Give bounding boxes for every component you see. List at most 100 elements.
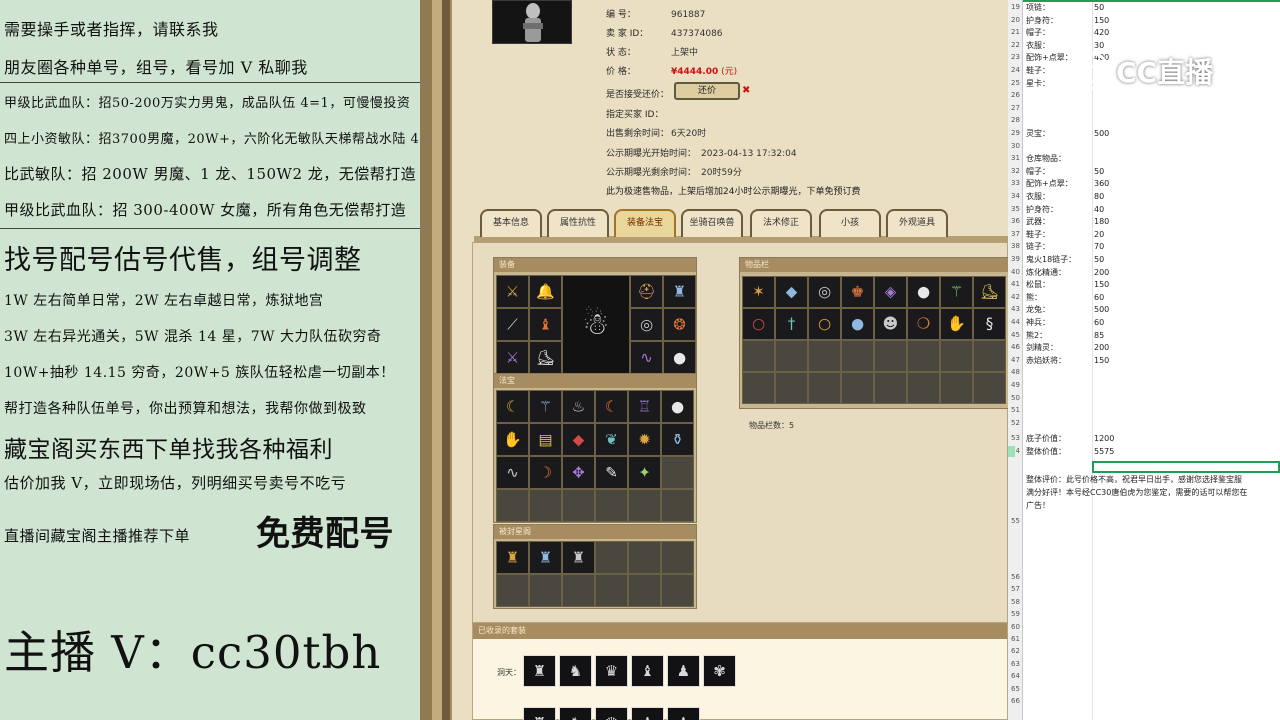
tab-mounts[interactable]: 坐骑召唤兽: [681, 209, 743, 237]
tab-spells[interactable]: 法术修正: [750, 209, 812, 237]
empty-slot[interactable]: [742, 340, 775, 372]
empty-slot[interactable]: [529, 574, 562, 607]
cell-label[interactable]: 龙兔：: [1026, 304, 1050, 315]
cell-label[interactable]: 配饰+点翠：: [1026, 52, 1073, 63]
cell-label[interactable]: 护身符：: [1026, 204, 1058, 215]
item-slot[interactable]: ☾: [595, 390, 628, 423]
cell-value[interactable]: 150: [1094, 15, 1109, 26]
item-slot[interactable]: ⛑: [630, 275, 663, 308]
cell-label[interactable]: 衣服：: [1026, 40, 1050, 51]
item-slot[interactable]: ◎: [808, 276, 841, 308]
cell-label[interactable]: 熊：: [1026, 292, 1042, 303]
tab-equipment[interactable]: 装备法宝: [614, 209, 676, 237]
empty-slot[interactable]: [529, 489, 562, 522]
empty-slot[interactable]: [661, 574, 694, 607]
cell-label[interactable]: 仓库物品：: [1026, 153, 1066, 164]
cell-value[interactable]: 60: [1094, 292, 1104, 303]
item-slot[interactable]: ⚱: [661, 423, 694, 456]
cell-label[interactable]: 项链：: [1026, 2, 1050, 13]
cell-value[interactable]: 200: [1094, 267, 1109, 278]
set-item[interactable]: ♝: [631, 707, 664, 720]
item-slot[interactable]: †: [775, 308, 808, 340]
empty-slot[interactable]: [907, 340, 940, 372]
cell-value[interactable]: 50: [1094, 166, 1104, 177]
cell-label[interactable]: 灵宝：: [1026, 128, 1050, 139]
item-slot[interactable]: ☻: [874, 308, 907, 340]
cell-label[interactable]: 整体价值：: [1026, 446, 1066, 457]
cell-label[interactable]: 星卡：: [1026, 78, 1050, 89]
item-slot[interactable]: ✦: [628, 456, 661, 489]
tab-appearance[interactable]: 外观道具: [886, 209, 948, 237]
empty-slot[interactable]: [775, 340, 808, 372]
cell-value[interactable]: 500: [1094, 304, 1109, 315]
cell-label[interactable]: 鬼火18链子：: [1026, 254, 1076, 265]
item-slot[interactable]: ♜: [663, 275, 696, 308]
empty-slot[interactable]: [496, 574, 529, 607]
empty-slot[interactable]: [595, 541, 628, 574]
item-slot[interactable]: ♖: [628, 390, 661, 423]
cell-label[interactable]: 底子价值：: [1026, 433, 1066, 444]
item-slot[interactable]: 🔔: [529, 275, 562, 308]
item-slot[interactable]: ⚔: [496, 275, 529, 308]
item-slot[interactable]: §: [973, 308, 1006, 340]
close-icon[interactable]: ✖: [742, 85, 750, 96]
set-item[interactable]: ♛: [595, 655, 628, 687]
tab-basic-info[interactable]: 基本信息: [480, 209, 542, 237]
cell-value[interactable]: 1200: [1094, 433, 1114, 444]
cell-value[interactable]: 500: [1094, 128, 1109, 139]
cell-label[interactable]: 剑精灵：: [1026, 342, 1058, 353]
cell-value[interactable]: 60: [1094, 317, 1104, 328]
set-item[interactable]: ✾: [703, 655, 736, 687]
empty-slot[interactable]: [562, 489, 595, 522]
cell-value[interactable]: 180: [1094, 216, 1109, 227]
item-slot[interactable]: ✥: [562, 456, 595, 489]
cell-value[interactable]: 20: [1094, 229, 1104, 240]
cell-value[interactable]: 360: [1094, 178, 1109, 189]
item-slot[interactable]: ♝: [529, 308, 562, 341]
empty-slot[interactable]: [874, 372, 907, 404]
item-slot[interactable]: ○: [742, 308, 775, 340]
cell-label[interactable]: 神兵：: [1026, 317, 1050, 328]
empty-slot[interactable]: [940, 372, 973, 404]
cell-value[interactable]: 70: [1094, 241, 1104, 252]
set-item[interactable]: ♞: [559, 655, 592, 687]
item-slot[interactable]: ●: [841, 308, 874, 340]
item-slot[interactable]: ☽: [529, 456, 562, 489]
item-slot[interactable]: ⛸: [973, 276, 1006, 308]
tab-child[interactable]: 小孩: [819, 209, 881, 237]
item-slot[interactable]: ✎: [595, 456, 628, 489]
item-slot[interactable]: ◆: [562, 423, 595, 456]
selected-cell[interactable]: [1092, 461, 1280, 473]
empty-slot[interactable]: [661, 456, 694, 489]
item-slot[interactable]: ∿: [496, 456, 529, 489]
item-slot[interactable]: ⟋: [496, 308, 529, 341]
item-slot[interactable]: ❂: [663, 308, 696, 341]
item-slot[interactable]: ◎: [630, 308, 663, 341]
empty-slot[interactable]: [907, 372, 940, 404]
item-slot[interactable]: ⚚: [940, 276, 973, 308]
cell-label[interactable]: 鞋子：: [1026, 65, 1050, 76]
empty-slot[interactable]: [742, 372, 775, 404]
empty-slot[interactable]: [595, 489, 628, 522]
set-item[interactable]: ♜: [523, 707, 556, 720]
empty-slot[interactable]: [808, 340, 841, 372]
empty-slot[interactable]: [562, 574, 595, 607]
cell-value[interactable]: 85: [1094, 330, 1104, 341]
empty-slot[interactable]: [661, 489, 694, 522]
cell-label[interactable]: 帽子：: [1026, 166, 1050, 177]
empty-slot[interactable]: [628, 541, 661, 574]
cell-label[interactable]: 武器：: [1026, 216, 1050, 227]
haggle-button[interactable]: 还价: [674, 82, 740, 100]
item-slot[interactable]: ♜: [562, 541, 595, 574]
empty-slot[interactable]: [841, 372, 874, 404]
cell-label[interactable]: 护身符：: [1026, 15, 1058, 26]
item-slot[interactable]: ☾: [496, 390, 529, 423]
cell-value[interactable]: 200: [1094, 342, 1109, 353]
set-item[interactable]: ♟: [667, 707, 700, 720]
item-slot[interactable]: ✋: [940, 308, 973, 340]
cell-label[interactable]: 赤焰妖将：: [1026, 355, 1066, 366]
cell-value[interactable]: 5575: [1094, 446, 1114, 457]
item-slot[interactable]: ♚: [841, 276, 874, 308]
empty-slot[interactable]: [661, 541, 694, 574]
item-slot[interactable]: ◆: [775, 276, 808, 308]
